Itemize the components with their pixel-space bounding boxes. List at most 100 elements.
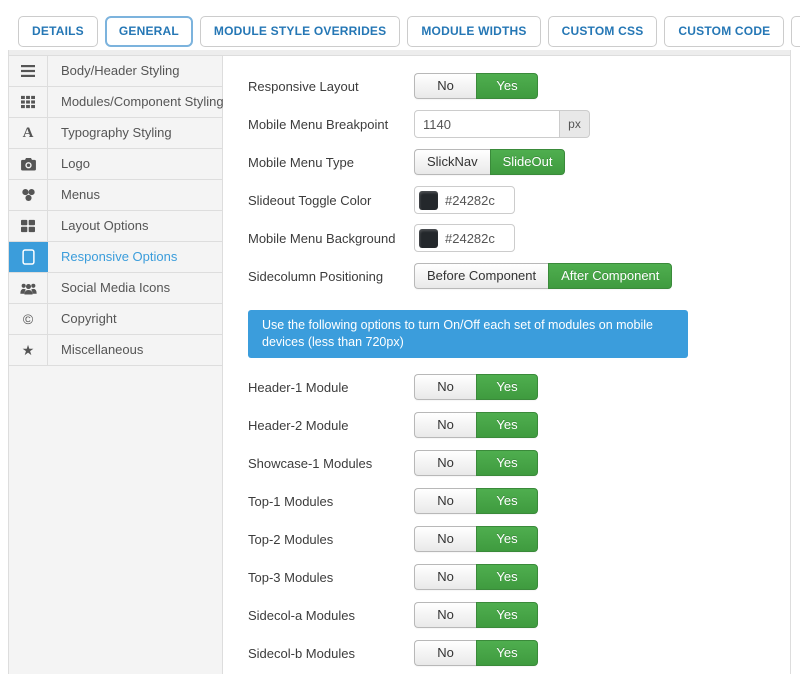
no-button[interactable]: No (414, 450, 476, 476)
settings-panel: Body/Header Styling Modules/Component St… (8, 50, 791, 674)
font-icon: A (9, 118, 48, 148)
sidebar-item-label: Responsive Options (48, 242, 177, 272)
after-component-button[interactable]: After Component (548, 263, 672, 289)
field-label: Mobile Menu Type (248, 155, 414, 170)
field-mobile-menu-breakpoint: Mobile Menu Breakpoint px (248, 110, 790, 138)
grid-icon (9, 87, 48, 117)
field-label: Header-1 Module (248, 380, 414, 395)
sidebar-item-label: Social Media Icons (48, 273, 170, 303)
sidecolumn-positioning-toggle: Before Component After Component (414, 263, 672, 289)
sidebar-item-menus[interactable]: Menus (9, 180, 222, 211)
field-mobile-menu-background: Mobile Menu Background #24282c (248, 224, 790, 252)
mobile-menu-background-picker[interactable]: #24282c (414, 224, 515, 252)
responsive-layout-toggle: No Yes (414, 73, 538, 99)
sidebar-item-typography-styling[interactable]: A Typography Styling (9, 118, 222, 149)
top-1-modules-toggle: No Yes (414, 488, 538, 514)
field-top-3-modules: Top-3 Modules No Yes (248, 563, 790, 591)
header-1-module-toggle: No Yes (414, 374, 538, 400)
yes-button[interactable]: Yes (476, 602, 538, 628)
slideout-toggle-color-picker[interactable]: #24282c (414, 186, 515, 214)
yes-button[interactable]: Yes (476, 526, 538, 552)
sidebar-item-label: Typography Styling (48, 118, 172, 148)
field-label: Sidecol-a Modules (248, 608, 414, 623)
breakpoint-input-group: px (414, 110, 590, 138)
yes-button[interactable]: Yes (476, 450, 538, 476)
field-label: Responsive Layout (248, 79, 414, 94)
field-responsive-layout: Responsive Layout No Yes (248, 72, 790, 100)
sidebar-item-label: Body/Header Styling (48, 56, 180, 86)
sidebar-item-copyright[interactable]: © Copyright (9, 304, 222, 335)
field-label: Top-3 Modules (248, 570, 414, 585)
tablet-icon (9, 242, 48, 272)
color-swatch (419, 229, 438, 248)
responsive-layout-yes-button[interactable]: Yes (476, 73, 538, 99)
field-sidecol-a-modules: Sidecol-a Modules No Yes (248, 601, 790, 629)
sidebar-item-miscellaneous[interactable]: ★ Miscellaneous (9, 335, 222, 366)
sidebar-item-modules-component-styling[interactable]: Modules/Component Styling (9, 87, 222, 118)
field-label: Top-2 Modules (248, 532, 414, 547)
field-label: Showcase-1 Modules (248, 456, 414, 471)
tab-module-widths[interactable]: MODULE WIDTHS (407, 16, 540, 47)
menus-icon (9, 180, 48, 210)
list-icon (9, 56, 48, 86)
field-top-2-modules: Top-2 Modules No Yes (248, 525, 790, 553)
sidecol-b-modules-toggle: No Yes (414, 640, 538, 666)
tab-custom-code[interactable]: CUSTOM CODE (664, 16, 784, 47)
no-button[interactable]: No (414, 412, 476, 438)
sidebar-item-responsive-options[interactable]: Responsive Options (9, 242, 222, 273)
no-button[interactable]: No (414, 602, 476, 628)
breakpoint-input[interactable] (414, 110, 560, 138)
field-label: Sidecol-b Modules (248, 646, 414, 661)
sidebar-item-layout-options[interactable]: Layout Options (9, 211, 222, 242)
sidebar: Body/Header Styling Modules/Component St… (9, 56, 223, 674)
field-showcase-1-modules: Showcase-1 Modules No Yes (248, 449, 790, 477)
sidebar-item-label: Modules/Component Styling (48, 87, 224, 117)
mobile-menu-type-toggle: SlickNav SlideOut (414, 149, 565, 175)
tab-details[interactable]: DETAILS (18, 16, 98, 47)
sidebar-item-label: Copyright (48, 304, 117, 334)
mobile-modules-info-box: Use the following options to turn On/Off… (248, 310, 688, 358)
sidebar-item-label: Logo (48, 149, 90, 179)
tab-module-style-overrides[interactable]: MODULE STYLE OVERRIDES (200, 16, 400, 47)
sidebar-item-label: Layout Options (48, 211, 148, 241)
yes-button[interactable]: Yes (476, 488, 538, 514)
users-icon (9, 273, 48, 303)
yes-button[interactable]: Yes (476, 412, 538, 438)
field-header-2-module: Header-2 Module No Yes (248, 411, 790, 439)
yes-button[interactable]: Yes (476, 564, 538, 590)
field-slideout-toggle-color: Slideout Toggle Color #24282c (248, 186, 790, 214)
copyright-icon: © (9, 304, 48, 334)
slicknav-button[interactable]: SlickNav (414, 149, 490, 175)
top-3-modules-toggle: No Yes (414, 564, 538, 590)
no-button[interactable]: No (414, 526, 476, 552)
sidebar-item-label: Miscellaneous (48, 335, 143, 365)
slideout-button[interactable]: SlideOut (490, 149, 566, 175)
general-tab-content: Responsive Layout No Yes Mobile Menu Bre… (223, 56, 790, 674)
top-tab-bar: DETAILS GENERAL MODULE STYLE OVERRIDES M… (18, 16, 800, 47)
no-button[interactable]: No (414, 564, 476, 590)
field-label: Header-2 Module (248, 418, 414, 433)
sidecol-a-modules-toggle: No Yes (414, 602, 538, 628)
before-component-button[interactable]: Before Component (414, 263, 548, 289)
field-label: Top-1 Modules (248, 494, 414, 509)
field-header-1-module: Header-1 Module No Yes (248, 373, 790, 401)
sidebar-item-body-header-styling[interactable]: Body/Header Styling (9, 56, 222, 87)
yes-button[interactable]: Yes (476, 640, 538, 666)
no-button[interactable]: No (414, 374, 476, 400)
responsive-layout-no-button[interactable]: No (414, 73, 476, 99)
no-button[interactable]: No (414, 640, 476, 666)
no-button[interactable]: No (414, 488, 476, 514)
field-label: Slideout Toggle Color (248, 193, 414, 208)
header-2-module-toggle: No Yes (414, 412, 538, 438)
tab-menu-assignment[interactable]: MENU ASSIGNMENT (791, 16, 800, 47)
tab-custom-css[interactable]: CUSTOM CSS (548, 16, 658, 47)
star-icon: ★ (9, 335, 48, 365)
field-label: Mobile Menu Breakpoint (248, 117, 414, 132)
color-swatch (419, 191, 438, 210)
yes-button[interactable]: Yes (476, 374, 538, 400)
field-mobile-menu-type: Mobile Menu Type SlickNav SlideOut (248, 148, 790, 176)
sidebar-item-logo[interactable]: Logo (9, 149, 222, 180)
field-label: Sidecolumn Positioning (248, 269, 414, 284)
sidebar-item-social-media-icons[interactable]: Social Media Icons (9, 273, 222, 304)
tab-general[interactable]: GENERAL (105, 16, 193, 47)
